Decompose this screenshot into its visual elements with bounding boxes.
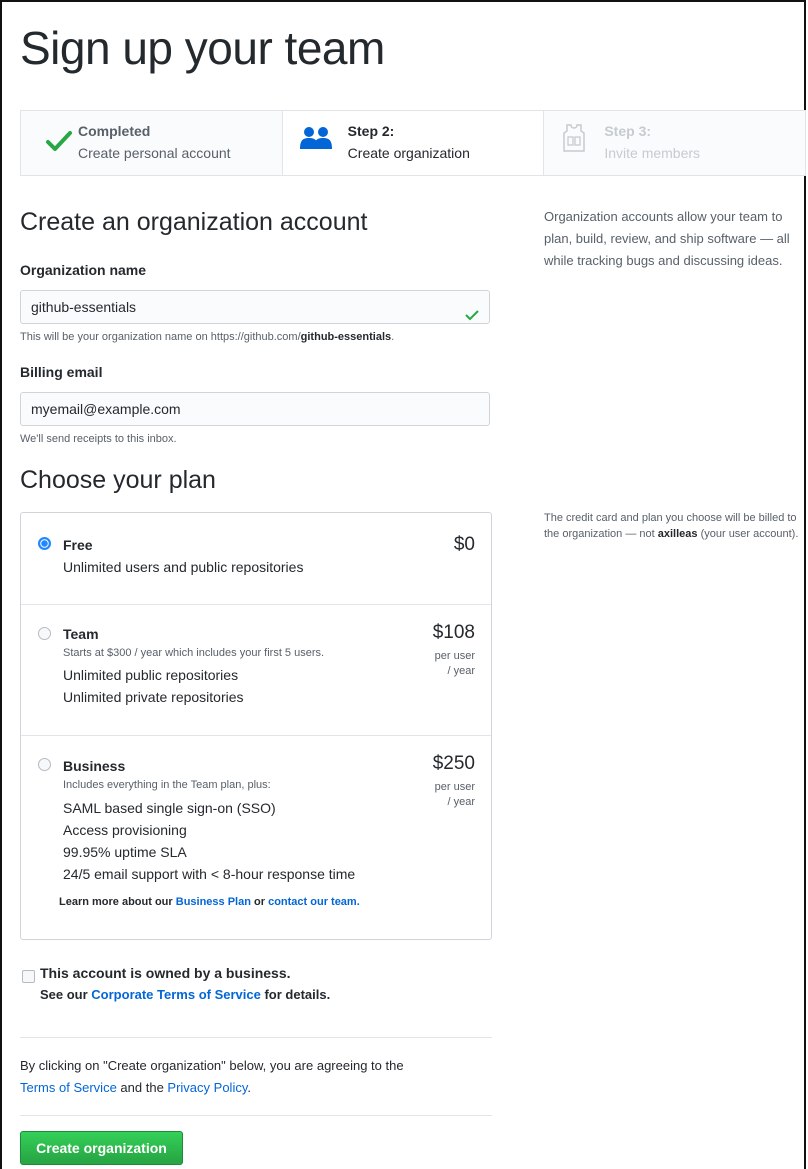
- org-heading: Create an organization account: [20, 208, 368, 236]
- step-3-title: Step 3:: [604, 123, 652, 139]
- people-icon: [299, 125, 333, 156]
- corporate-terms-suffix: for details.: [260, 987, 331, 1002]
- step-completed: Completed Create personal account: [21, 111, 283, 175]
- plan-billing-note: The credit card and plan you choose will…: [544, 510, 799, 542]
- plan-feature: 24/5 email support with < 8-hour respons…: [63, 866, 356, 882]
- plan-option-team[interactable]: Team Starts at $300 / year which include…: [21, 604, 491, 735]
- corporate-terms-link[interactable]: Corporate Terms of Service: [91, 987, 261, 1002]
- plan-feature: Unlimited public repositories: [63, 667, 239, 683]
- plan-feature: 99.95% uptime SLA: [63, 844, 187, 860]
- signup-steps: Completed Create personal account Step 2…: [20, 110, 806, 176]
- step-current: Step 2: Create organization: [282, 111, 545, 175]
- plan-heading: Choose your plan: [20, 466, 216, 494]
- org-name-value: github-essentials: [31, 299, 137, 315]
- check-icon: [45, 129, 73, 158]
- page-title: Sign up your team: [20, 22, 385, 74]
- plan-name: Team: [63, 626, 99, 642]
- step-1-title: Completed: [78, 123, 151, 139]
- agreement-end: .: [247, 1080, 251, 1095]
- valid-check-icon: [465, 300, 479, 332]
- plan-price: $250: [432, 753, 475, 774]
- org-name-label: Organization name: [20, 262, 147, 278]
- billing-email-value: myemail@example.com: [31, 401, 181, 417]
- divider: [20, 1037, 492, 1038]
- plan-option-business[interactable]: Business Includes everything in the Team…: [21, 735, 491, 939]
- org-name-field[interactable]: github-essentials: [20, 290, 490, 324]
- plan-description: Includes everything in the Team plan, pl…: [63, 779, 271, 791]
- billing-email-field[interactable]: myemail@example.com: [20, 392, 490, 426]
- jersey-icon: [562, 123, 586, 158]
- agreement-mid: and the: [116, 1080, 168, 1095]
- learn-more-text: Learn more about our Business Plan or co…: [59, 896, 360, 908]
- org-name-note-bold: github-essentials: [300, 331, 392, 343]
- step-future: Step 3: Invite members: [544, 111, 805, 175]
- plan-name: Business: [63, 758, 126, 774]
- plan-name: Free: [63, 537, 93, 553]
- plan-feature: Access provisioning: [63, 822, 187, 838]
- plan-billing-note-suffix: (your user account).: [697, 528, 799, 540]
- plan-feature: Unlimited private repositories: [63, 689, 244, 705]
- contact-team-link[interactable]: contact our team.: [268, 896, 360, 908]
- org-description: Organization accounts allow your team to…: [544, 209, 790, 268]
- corporate-terms-prefix: See our: [40, 987, 92, 1002]
- create-organization-button[interactable]: Create organization: [20, 1131, 183, 1165]
- plan-billing-username: axilleas: [657, 528, 698, 540]
- plan-price-unit: per user: [434, 650, 475, 662]
- org-name-note: This will be your organization name on h…: [20, 331, 394, 343]
- learn-more-prefix: Learn more about our: [59, 896, 176, 908]
- plan-price-period: / year: [447, 796, 475, 808]
- step-2-title: Step 2:: [347, 123, 395, 139]
- plan-description: Starts at $300 / year which includes you…: [63, 647, 325, 659]
- billing-email-note: We'll send receipts to this inbox.: [20, 433, 177, 445]
- plan-radio-business[interactable]: [38, 758, 51, 771]
- step-1-subtitle: Create personal account: [78, 145, 231, 161]
- step-3-subtitle: Invite members: [604, 145, 701, 161]
- learn-more-mid: or: [250, 896, 269, 908]
- business-plan-link[interactable]: Business Plan: [176, 896, 251, 908]
- plan-price-period: / year: [447, 665, 475, 677]
- step-2-subtitle: Create organization: [347, 145, 470, 161]
- plan-price: $0: [453, 534, 475, 555]
- corporate-terms-text: See our Corporate Terms of Service for d…: [40, 987, 330, 1002]
- plan-radio-free[interactable]: [38, 537, 51, 550]
- agreement-text: By clicking on "Create organization" bel…: [20, 1055, 490, 1099]
- org-name-note-text: This will be your organization name on h…: [20, 331, 301, 343]
- plan-radio-team[interactable]: [38, 627, 51, 640]
- plan-price: $108: [432, 622, 475, 643]
- business-owned-label: This account is owned by a business.: [40, 965, 291, 981]
- plan-feature: Unlimited users and public repositories: [63, 559, 304, 575]
- org-name-note-suffix: .: [391, 331, 395, 343]
- divider: [20, 1115, 492, 1116]
- plan-list: Free $0 Unlimited users and public repos…: [20, 512, 492, 940]
- privacy-policy-link[interactable]: Privacy Policy: [167, 1080, 247, 1095]
- plan-feature: SAML based single sign-on (SSO): [63, 800, 276, 816]
- agreement-sentence: By clicking on "Create organization" bel…: [20, 1058, 404, 1073]
- terms-of-service-link[interactable]: Terms of Service: [20, 1080, 117, 1095]
- plan-option-free[interactable]: Free $0 Unlimited users and public repos…: [21, 513, 491, 604]
- business-owned-checkbox[interactable]: [22, 970, 35, 983]
- billing-email-label: Billing email: [20, 364, 103, 380]
- plan-price-unit: per user: [434, 781, 475, 793]
